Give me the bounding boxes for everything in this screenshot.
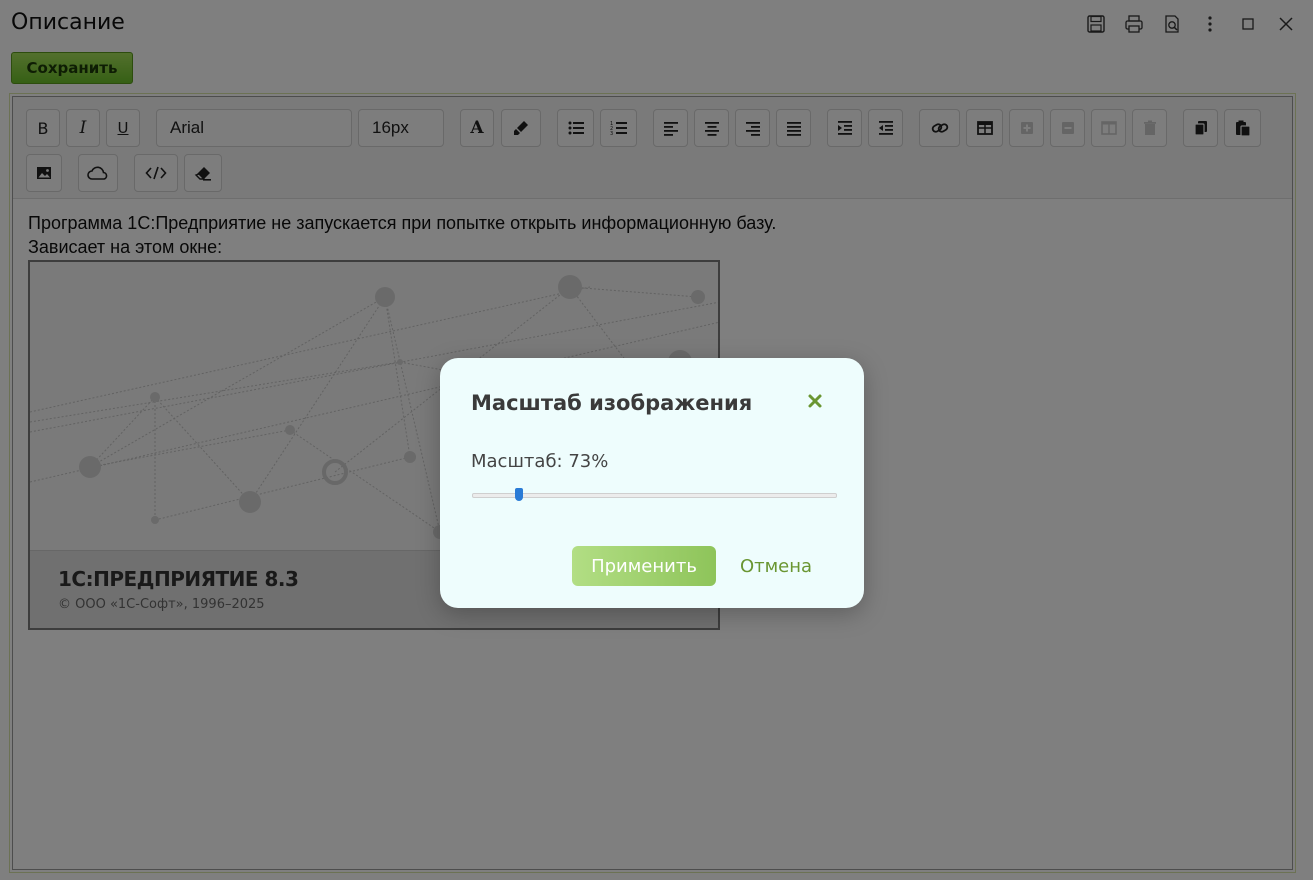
cancel-button[interactable]: Отмена: [730, 546, 822, 586]
scale-slider-track[interactable]: [472, 493, 837, 498]
image-scale-dialog: Масштаб изображения Масштаб: 73% Примени…: [440, 358, 864, 608]
dialog-title: Масштаб изображения: [471, 391, 753, 415]
close-icon: [808, 394, 822, 408]
dialog-close-button[interactable]: [804, 390, 826, 412]
scale-label: Масштаб: 73%: [471, 451, 609, 472]
apply-button[interactable]: Применить: [572, 546, 716, 586]
scale-slider-thumb[interactable]: [515, 488, 524, 501]
